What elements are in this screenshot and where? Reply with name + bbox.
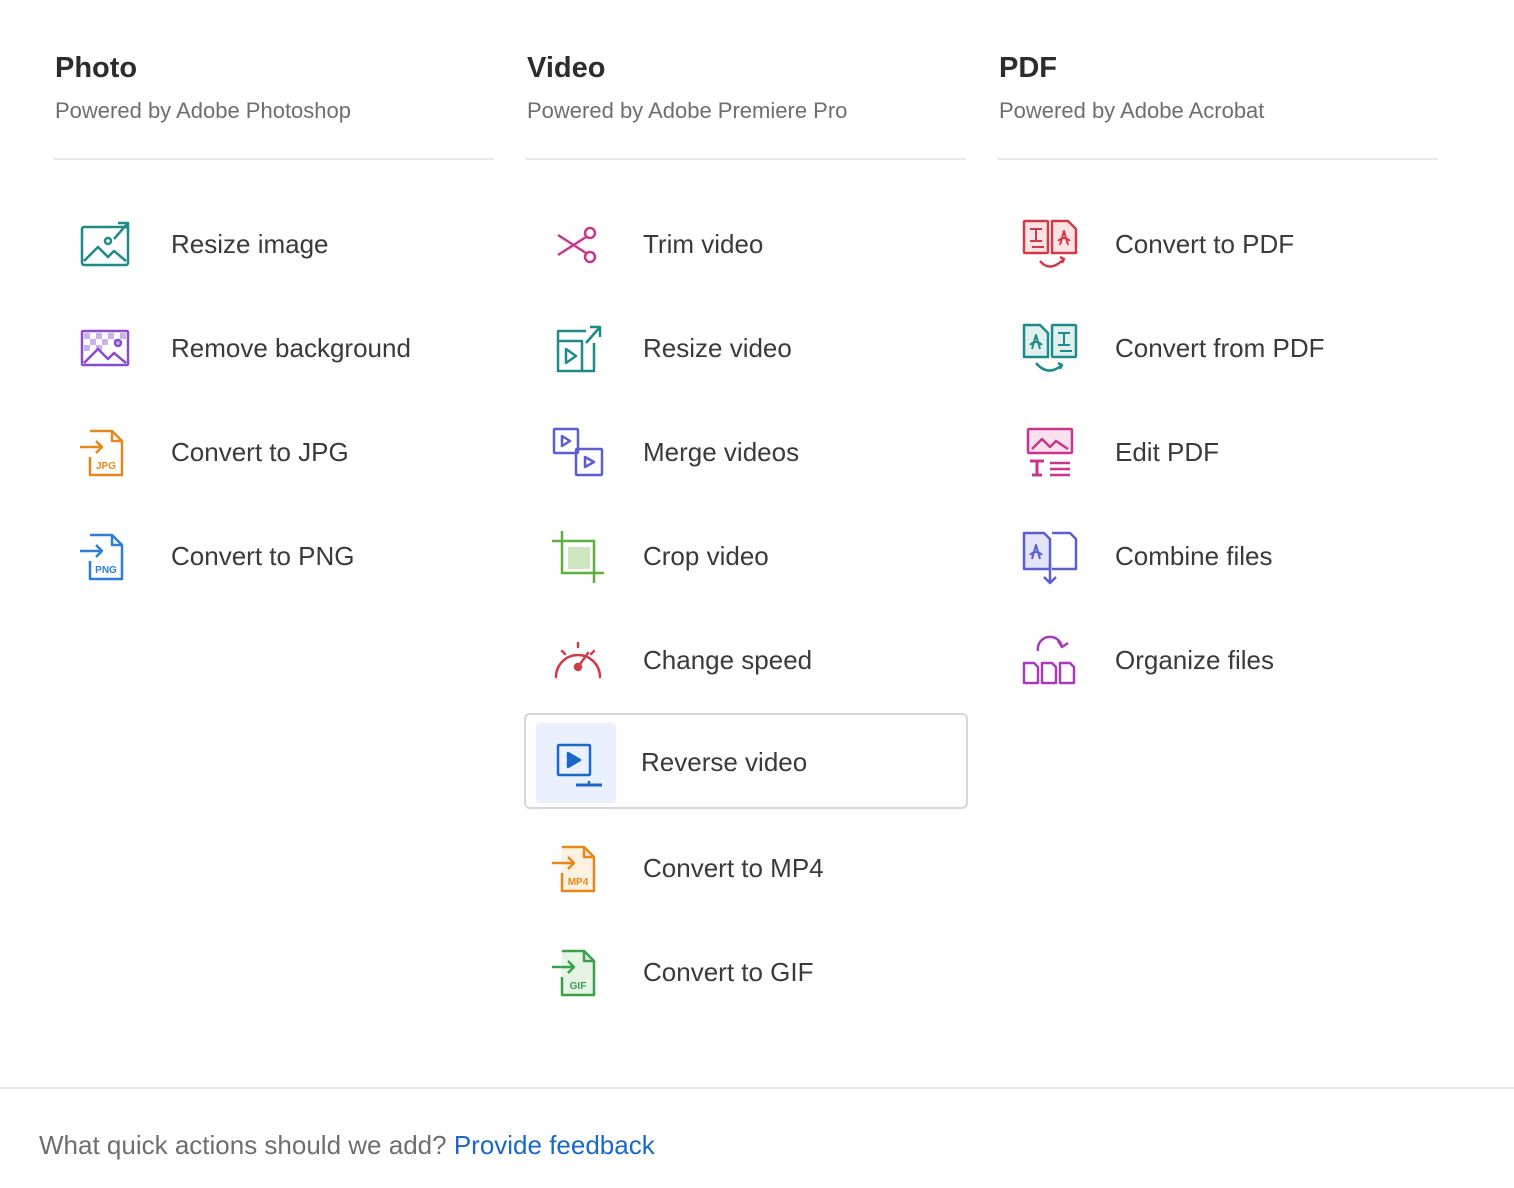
action-convert-to-mp4[interactable]: MP4 Convert to MP4: [526, 819, 966, 915]
speedometer-icon: [538, 621, 618, 701]
action-change-speed[interactable]: Change speed: [526, 611, 966, 707]
mp4-file-icon: MP4: [538, 829, 618, 909]
action-label: Edit PDF: [1115, 437, 1220, 467]
action-crop-video[interactable]: Crop video: [526, 507, 966, 603]
column-subtitle: Powered by Adobe Acrobat: [999, 98, 1265, 123]
action-label: Convert to MP4: [643, 853, 824, 883]
action-trim-video[interactable]: Trim video: [526, 195, 966, 291]
action-convert-to-jpg[interactable]: JPG Convert to JPG: [54, 403, 494, 499]
action-label: Trim video: [643, 229, 764, 259]
footer-divider: [0, 1087, 1514, 1089]
column-title: Video: [527, 52, 606, 84]
action-label: Resize image: [171, 229, 329, 259]
action-label: Change speed: [643, 645, 813, 675]
svg-text:MP4: MP4: [568, 877, 589, 888]
action-label: Convert from PDF: [1115, 333, 1325, 363]
svg-text:PNG: PNG: [95, 565, 117, 576]
resize-video-icon: [538, 309, 618, 389]
convert-from-pdf-icon: [1010, 309, 1090, 389]
action-resize-video[interactable]: Resize video: [526, 299, 966, 395]
crop-icon: [538, 517, 618, 597]
action-label: Convert to GIF: [643, 957, 814, 987]
column-subtitle: Powered by Adobe Photoshop: [55, 98, 352, 123]
column-title: PDF: [999, 52, 1057, 84]
pdf-column-header: PDF Powered by Adobe Acrobat: [998, 0, 1438, 160]
column-title: Photo: [55, 52, 138, 84]
scissors-icon: [538, 205, 618, 285]
action-label: Crop video: [643, 541, 769, 571]
action-convert-from-pdf[interactable]: Convert from PDF: [998, 299, 1438, 395]
action-combine-files[interactable]: Combine files: [998, 507, 1438, 603]
svg-text:GIF: GIF: [570, 981, 587, 992]
action-remove-background[interactable]: Remove background: [54, 299, 494, 395]
jpg-file-icon: JPG: [66, 413, 146, 493]
action-label: Reverse video: [641, 747, 808, 777]
action-label: Resize video: [643, 333, 792, 363]
action-resize-image[interactable]: Resize image: [54, 195, 494, 291]
resize-image-icon: [66, 205, 146, 285]
action-convert-to-gif[interactable]: GIF Convert to GIF: [526, 923, 966, 1019]
feedback-footer: What quick actions should we add? Provid…: [39, 1130, 655, 1161]
action-convert-to-png[interactable]: PNG Convert to PNG: [54, 507, 494, 603]
action-label: Organize files: [1115, 645, 1274, 675]
action-convert-to-pdf[interactable]: Convert to PDF: [998, 195, 1438, 291]
convert-to-pdf-icon: [1010, 205, 1090, 285]
merge-videos-icon: [538, 413, 618, 493]
gif-file-icon: GIF: [538, 933, 618, 1013]
action-edit-pdf[interactable]: Edit PDF: [998, 403, 1438, 499]
video-column-header: Video Powered by Adobe Premiere Pro: [526, 0, 966, 160]
action-label: Convert to PDF: [1115, 229, 1295, 259]
organize-files-icon: [1010, 621, 1090, 701]
action-reverse-video[interactable]: Reverse video: [524, 713, 968, 809]
photo-column-header: Photo Powered by Adobe Photoshop: [54, 0, 494, 160]
column-subtitle: Powered by Adobe Premiere Pro: [527, 98, 848, 123]
action-label: Convert to JPG: [171, 437, 349, 467]
edit-pdf-icon: [1010, 413, 1090, 493]
action-merge-videos[interactable]: Merge videos: [526, 403, 966, 499]
action-label: Remove background: [171, 333, 411, 363]
action-label: Combine files: [1115, 541, 1273, 571]
action-label: Convert to PNG: [171, 541, 355, 571]
feedback-question: What quick actions should we add?: [39, 1130, 447, 1160]
reverse-video-icon: [536, 723, 616, 803]
action-organize-files[interactable]: Organize files: [998, 611, 1438, 707]
png-file-icon: PNG: [66, 517, 146, 597]
svg-text:JPG: JPG: [96, 461, 116, 472]
action-label: Merge videos: [643, 437, 800, 467]
remove-background-icon: [66, 309, 146, 389]
combine-files-icon: [1010, 517, 1090, 597]
provide-feedback-link[interactable]: Provide feedback: [454, 1130, 655, 1160]
